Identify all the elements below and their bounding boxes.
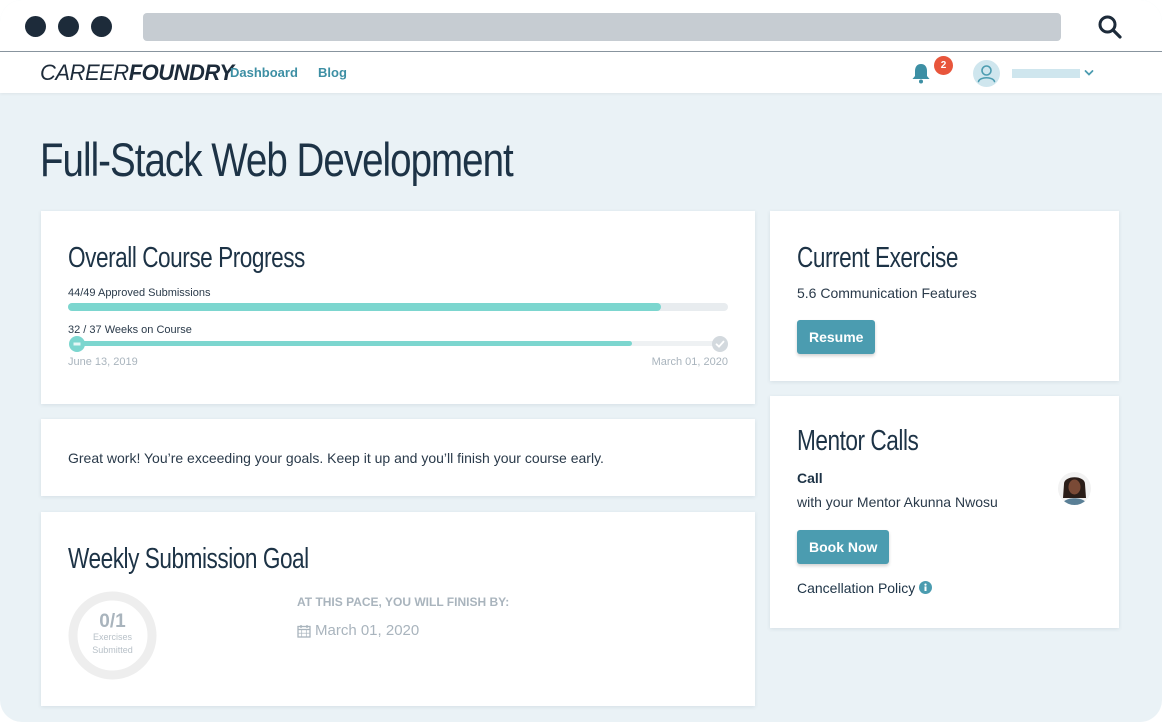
submissions-progress-fill	[68, 303, 661, 311]
start-marker-icon	[69, 336, 85, 352]
mentor-name-text: with your Mentor Akunna Nwosu	[797, 494, 998, 510]
weeks-label: 32 / 37 Weeks on Course	[68, 324, 192, 336]
weeks-progress-bar	[77, 341, 719, 346]
window-maximize-dot[interactable]	[91, 16, 112, 37]
weekly-goal-title: Weekly Submission Goal	[68, 543, 309, 575]
weekly-goal-caption-2: Submitted	[92, 645, 133, 655]
course-progress-card: Overall Course Progress 44/49 Approved S…	[41, 211, 755, 404]
window-close-dot[interactable]	[25, 16, 46, 37]
window-minimize-dot[interactable]	[58, 16, 79, 37]
page-title: Full-Stack Web Development	[40, 133, 514, 186]
address-bar[interactable]	[143, 13, 1061, 41]
weekly-goal-card: Weekly Submission Goal 0/1 Exercises Sub…	[41, 512, 755, 706]
cancellation-policy-link[interactable]: Cancellation Policy	[797, 579, 915, 597]
notification-count-badge[interactable]: 2	[934, 56, 953, 75]
username-placeholder[interactable]	[1012, 69, 1080, 78]
current-exercise-title: Current Exercise	[797, 242, 958, 274]
encouragement-card: Great work! You’re exceeding your goals.…	[41, 419, 755, 496]
course-start-date: June 13, 2019	[68, 356, 138, 368]
book-now-button[interactable]: Book Now	[797, 530, 890, 564]
submissions-label: 44/49 Approved Submissions	[68, 287, 211, 299]
nav-link-blog[interactable]: Blog	[318, 65, 347, 81]
submissions-progress-bar	[68, 303, 728, 311]
course-end-date: March 01, 2020	[651, 356, 728, 368]
current-exercise-name: 5.6 Communication Features	[797, 285, 977, 301]
logo-text-foundry: FOUNDRY	[128, 60, 234, 85]
user-avatar[interactable]	[973, 60, 1000, 87]
weeks-progress-fill	[77, 341, 633, 346]
logo-text-career: CAREER	[40, 60, 129, 85]
finish-by-heading: AT THIS PACE, YOU WILL FINISH BY:	[297, 595, 510, 609]
search-icon[interactable]	[1097, 14, 1123, 40]
encouragement-message: Great work! You’re exceeding your goals.…	[68, 450, 604, 466]
weekly-goal-caption-1: Exercises	[92, 632, 132, 642]
info-icon[interactable]	[919, 581, 932, 594]
careerfoundry-logo[interactable]: CAREERFOUNDRY	[40, 61, 234, 85]
course-progress-title: Overall Course Progress	[68, 242, 305, 274]
call-label: Call	[797, 470, 823, 486]
finish-check-icon	[712, 336, 728, 352]
calendar-icon	[297, 625, 311, 638]
notification-bell-icon[interactable]	[910, 62, 932, 84]
mentor-avatar[interactable]	[1058, 472, 1091, 505]
weekly-goal-value: 0/1	[99, 611, 126, 632]
resume-button[interactable]: Resume	[797, 320, 876, 354]
app-window: CAREERFOUNDRY Dashboard Blog 2 Full-Stac…	[0, 0, 1162, 722]
browser-chrome	[0, 0, 1162, 52]
mentor-calls-card: Mentor Calls Call with your Mentor Akunn…	[770, 396, 1119, 628]
user-icon	[977, 65, 996, 83]
finish-date: March 01, 2020	[315, 622, 420, 639]
current-exercise-card: Current Exercise 5.6 Communication Featu…	[770, 211, 1119, 381]
nav-link-dashboard[interactable]: Dashboard	[230, 65, 298, 81]
chevron-down-icon[interactable]	[1083, 67, 1095, 79]
mentor-calls-title: Mentor Calls	[797, 425, 919, 457]
